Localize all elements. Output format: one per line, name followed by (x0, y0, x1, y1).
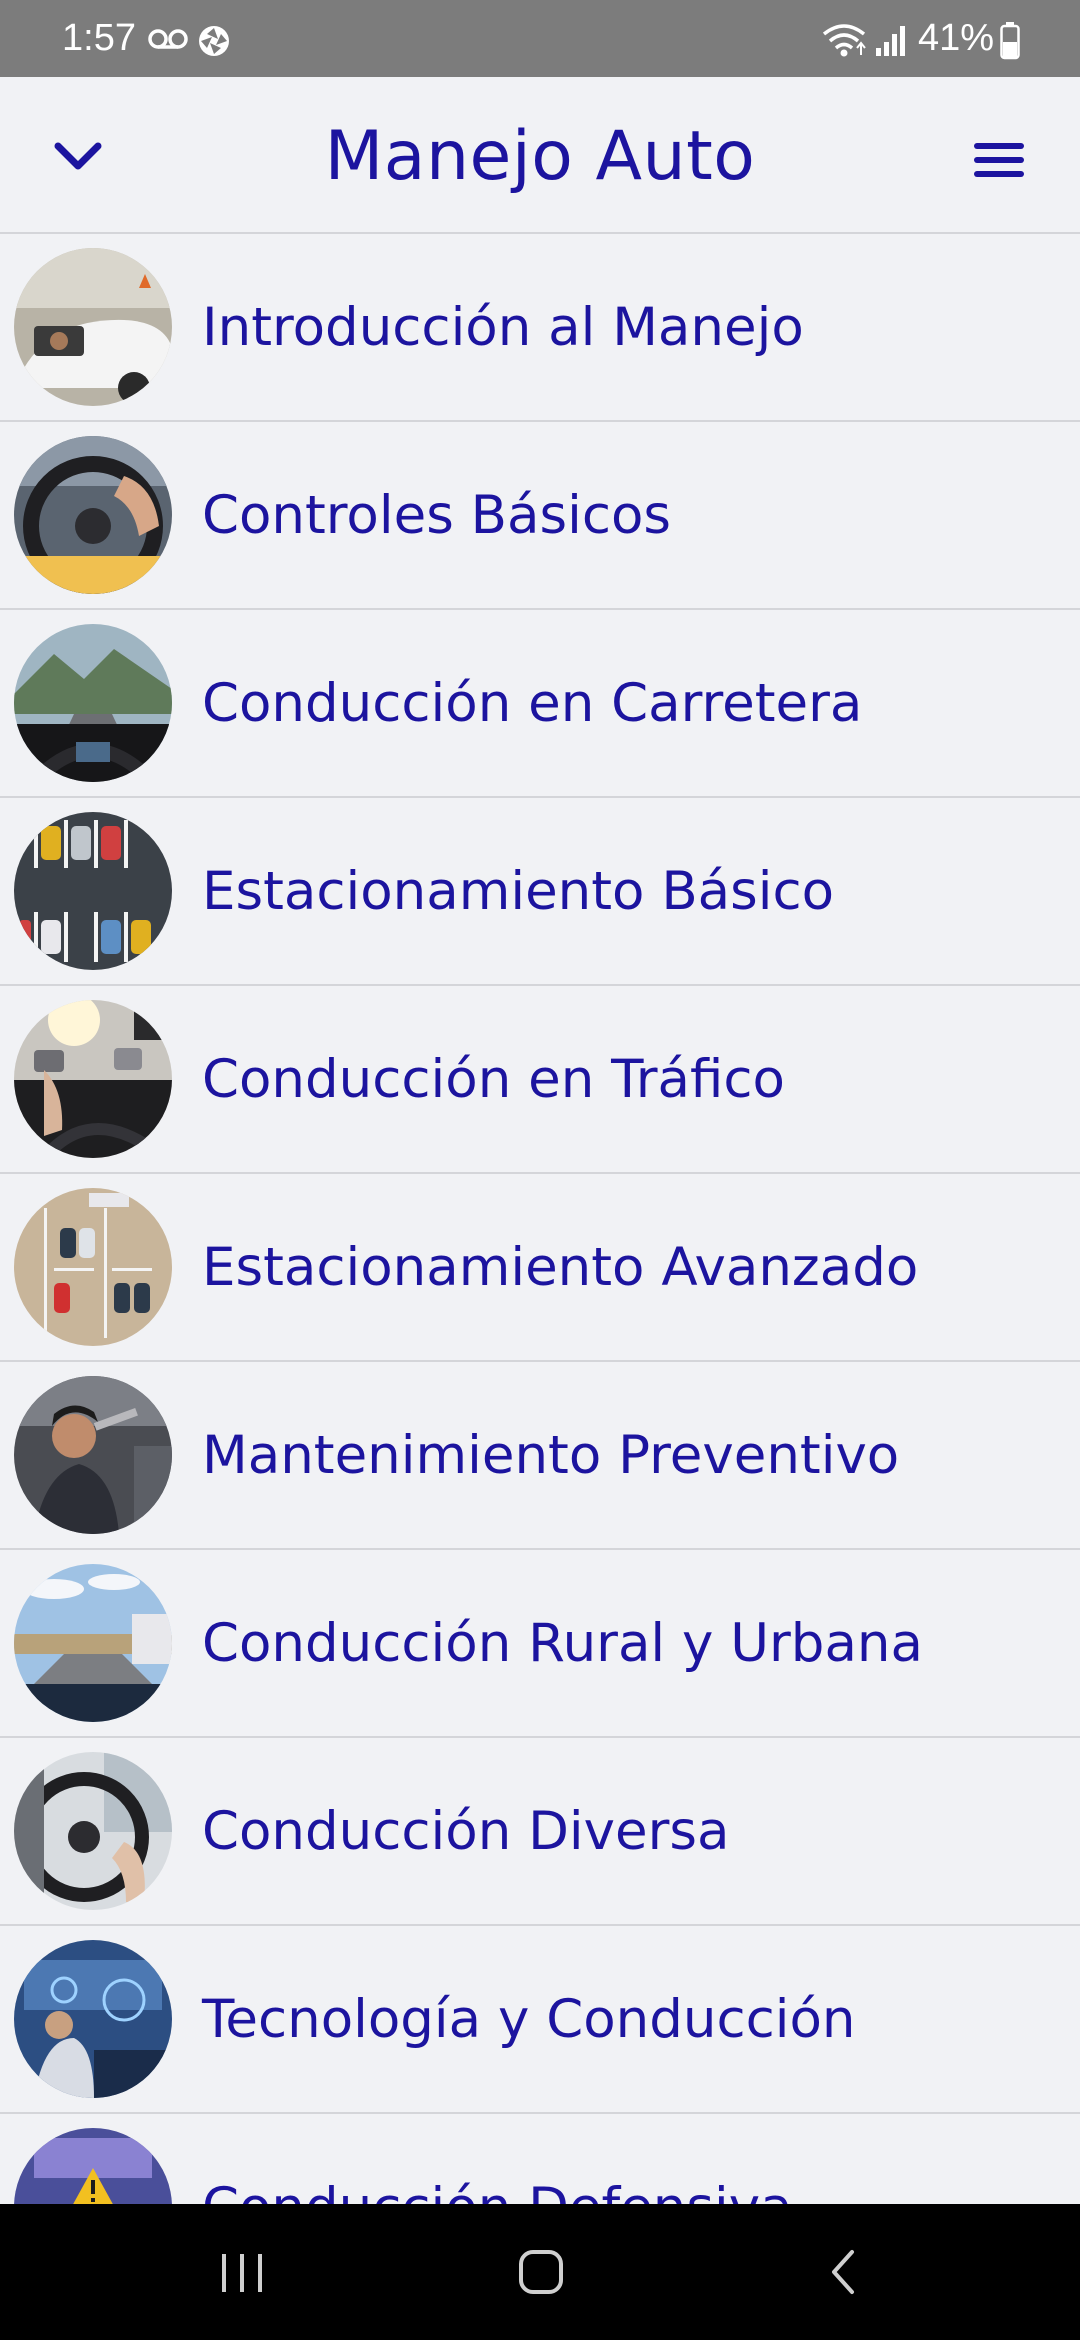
topic-title: Estacionamiento Avanzado (202, 1236, 919, 1298)
battery-icon (1000, 22, 1020, 65)
aperture-icon (197, 24, 231, 63)
thumbnail-diverse-driving (14, 1752, 172, 1910)
list-item[interactable]: Conducción Rural y Urbana (0, 1550, 1080, 1738)
thumbnail-parking (14, 812, 172, 970)
app-header: Manejo Auto (0, 77, 1080, 234)
thumbnail-advanced-parking (14, 1188, 172, 1346)
list-item[interactable]: Estacionamiento Básico (0, 798, 1080, 986)
thumbnail-maintenance (14, 1376, 172, 1534)
menu-button[interactable] (968, 135, 1028, 185)
battery-percent: 41% (918, 17, 995, 59)
voicemail-icon (148, 28, 188, 55)
status-bar: 1:57 41% (0, 0, 1080, 77)
list-item[interactable]: Conducción Defensiva (0, 2114, 1080, 2204)
list-item[interactable]: Introducción al Manejo (0, 234, 1080, 422)
signal-icon (874, 24, 908, 63)
thumbnail-defensive-driving (14, 2128, 172, 2204)
back-button[interactable] (806, 2242, 886, 2302)
list-item[interactable]: Mantenimiento Preventivo (0, 1362, 1080, 1550)
list-item[interactable]: Conducción en Carretera (0, 610, 1080, 798)
wifi-icon (822, 22, 866, 63)
recent-apps-icon (202, 2254, 282, 2305)
topic-title: Conducción Diversa (202, 1800, 730, 1862)
topic-title: Estacionamiento Básico (202, 860, 835, 922)
page-title: Manejo Auto (324, 117, 756, 196)
topic-title: Conducción en Carretera (202, 672, 863, 734)
list-item[interactable]: Conducción en Tráfico (0, 986, 1080, 1174)
thumbnail-basic-controls (14, 436, 172, 594)
thumbnail-rural-urban (14, 1564, 172, 1722)
topic-title: Tecnología y Conducción (202, 1988, 856, 2050)
home-icon (502, 2250, 582, 2305)
topic-title: Mantenimiento Preventivo (202, 1424, 900, 1486)
status-time: 1:57 (62, 17, 136, 59)
home-button[interactable] (502, 2242, 582, 2302)
thumbnail-technology (14, 1940, 172, 2098)
system-nav-bar (0, 2204, 1080, 2340)
thumbnail-driving-intro (14, 248, 172, 406)
list-item[interactable]: Tecnología y Conducción (0, 1926, 1080, 2114)
topic-title: Introducción al Manejo (202, 296, 804, 358)
topic-list: Introducción al Manejo Controles Básicos… (0, 234, 1080, 2204)
topic-title: Controles Básicos (202, 484, 672, 546)
back-icon (806, 2250, 886, 2305)
topic-title: Conducción Rural y Urbana (202, 1612, 923, 1674)
thumbnail-highway (14, 624, 172, 782)
thumbnail-traffic (14, 1000, 172, 1158)
list-item[interactable]: Estacionamiento Avanzado (0, 1174, 1080, 1362)
topic-title: Conducción Defensiva (202, 2114, 1060, 2205)
recent-apps-button[interactable] (202, 2242, 282, 2302)
list-item[interactable]: Controles Básicos (0, 422, 1080, 610)
list-item[interactable]: Conducción Diversa (0, 1738, 1080, 1926)
hamburger-menu-icon (968, 143, 1028, 188)
topic-title: Conducción en Tráfico (202, 1048, 785, 1110)
